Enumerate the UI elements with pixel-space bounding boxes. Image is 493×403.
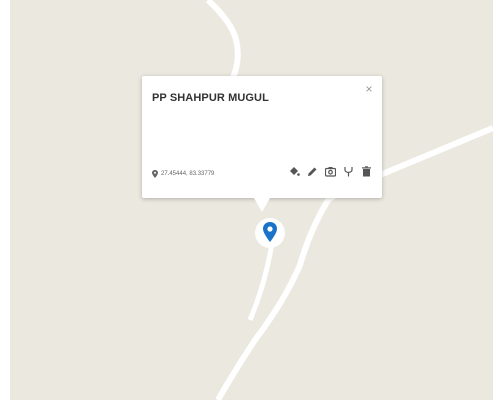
paint-bucket-icon[interactable] — [289, 165, 300, 177]
trash-icon[interactable] — [361, 165, 372, 177]
camera-icon[interactable] — [325, 165, 336, 177]
map-canvas[interactable] — [10, 0, 493, 400]
roads-layer — [205, 0, 493, 400]
fork-icon[interactable] — [343, 165, 354, 177]
popup-title: PP SHAHPUR MUGUL — [152, 92, 269, 104]
location-marker[interactable] — [255, 213, 285, 253]
close-button[interactable]: × — [362, 82, 376, 96]
coordinates-row: 27.45444, 83.33779 — [152, 170, 214, 178]
popup-toolbar — [289, 165, 372, 177]
pin-small-icon — [152, 170, 158, 178]
popup-tail — [254, 198, 270, 212]
map-pin-icon — [255, 218, 285, 248]
pencil-icon[interactable] — [307, 165, 318, 177]
coordinates-text: 27.45444, 83.33779 — [161, 171, 215, 177]
info-popup: PP SHAHPUR MUGUL × 27.45444, 83.33779 — [142, 76, 382, 212]
